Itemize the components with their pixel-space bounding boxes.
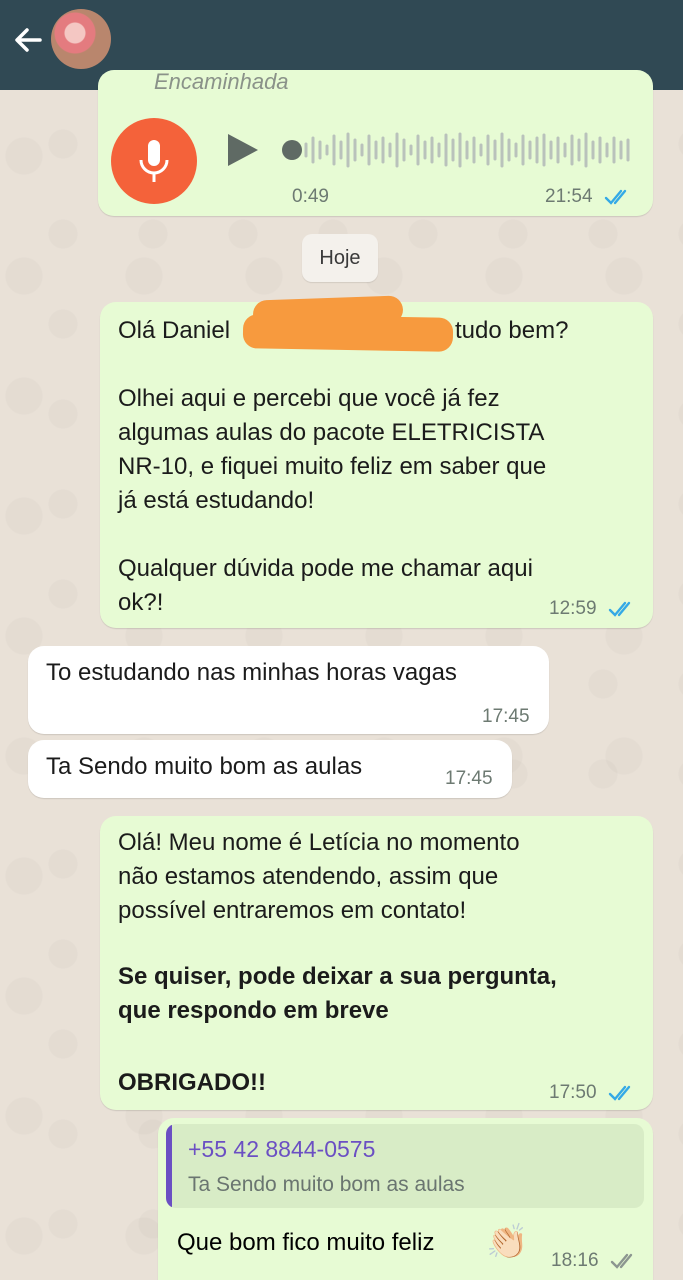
clapping-emoji: 👏🏻	[486, 1223, 529, 1261]
read-ticks-icon	[608, 601, 631, 617]
date-separator: Hoje	[302, 234, 378, 282]
outgoing-message[interactable]: Olá! Meu nome é Letícia no momento não e…	[100, 816, 653, 1110]
message-body: Olhei aqui e percebi que você já fez alg…	[118, 385, 547, 616]
message-text: Olá! Meu nome é Letícia no momento não e…	[118, 829, 520, 924]
incoming-message[interactable]: Ta Sendo muito bom as aulas 17:45	[28, 740, 512, 798]
quoted-sender-number: +55 42 8844-0575	[188, 1136, 376, 1162]
message-text: To estudando nas minhas horas vagas	[46, 659, 457, 686]
playback-dot[interactable]	[282, 140, 302, 160]
read-ticks-icon	[604, 189, 627, 205]
message-time: 17:45	[482, 706, 530, 727]
outgoing-message[interactable]: Olá Daniel tudo bem? Olhei aqui e perceb…	[100, 302, 653, 628]
contact-avatar[interactable]	[51, 9, 111, 69]
message-time: 18:16	[551, 1250, 599, 1271]
incoming-message[interactable]: To estudando nas minhas horas vagas 17:4…	[28, 646, 549, 734]
quote-accent-bar	[166, 1124, 172, 1208]
message-text: Ta Sendo muito bom as aulas	[46, 753, 363, 780]
microphone-icon	[139, 140, 169, 182]
read-ticks-icon	[608, 1085, 631, 1101]
back-arrow-icon[interactable]	[10, 22, 46, 58]
forwarded-label: Encaminhada	[154, 69, 289, 94]
waveform[interactable]	[302, 130, 632, 170]
message-time: 17:50	[549, 1082, 597, 1103]
message-greeting-start: Olá Daniel	[118, 317, 231, 344]
message-bold-text: Se quiser, pode deixar a sua pergunta, q…	[118, 963, 557, 1024]
message-text: Que bom fico muito feliz	[177, 1229, 435, 1256]
delivered-ticks-icon	[610, 1253, 633, 1269]
voice-duration: 0:49	[292, 186, 329, 207]
redaction-mark	[242, 314, 454, 352]
play-icon[interactable]	[222, 130, 262, 170]
message-time: 12:59	[549, 598, 597, 619]
message-time: 21:54	[545, 186, 593, 207]
message-bold-signoff: OBRIGADO!!	[118, 1069, 266, 1096]
quoted-message[interactable]: +55 42 8844-0575 Ta Sendo muito bom as a…	[166, 1124, 644, 1208]
message-time: 17:45	[445, 768, 493, 789]
quoted-text: Ta Sendo muito bom as aulas	[188, 1173, 465, 1196]
voice-message-bubble: Encaminhada 0:49 21:54	[98, 70, 653, 216]
mic-button[interactable]	[111, 118, 197, 204]
message-greeting-end: tudo bem?	[455, 317, 569, 344]
